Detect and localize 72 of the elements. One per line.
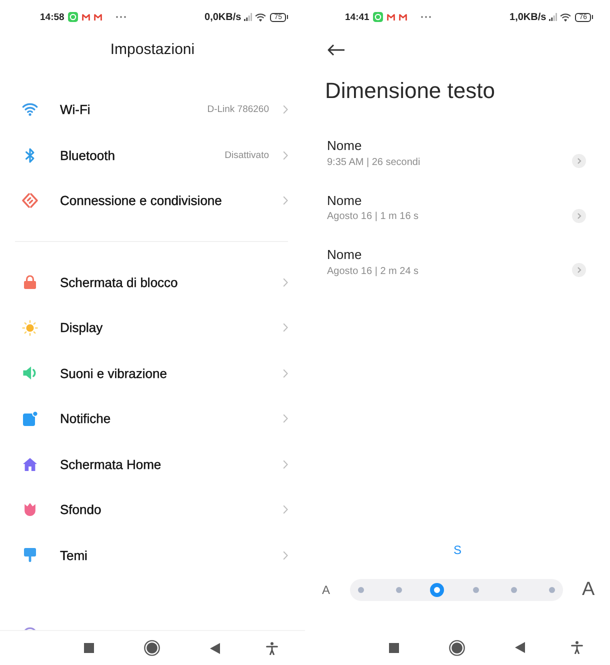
- item-title[interactable]: Nome: [327, 192, 362, 208]
- speaker-icon: [23, 366, 37, 380]
- settings-label[interactable]: Notifiche: [60, 411, 111, 426]
- home-icon: [23, 458, 37, 471]
- slider-stop[interactable]: [396, 587, 402, 593]
- diamond-arrows-icon: [22, 193, 38, 208]
- signal-icon: [244, 13, 252, 21]
- screen-title: Dimensione testo: [325, 77, 495, 105]
- wifi-icon: [22, 103, 38, 116]
- chevron-icon[interactable]: [572, 263, 586, 277]
- bluetooth-icon: [25, 148, 35, 163]
- chevron-icon: [283, 505, 288, 514]
- settings-label[interactable]: Bluetooth: [60, 148, 115, 163]
- slider-stop[interactable]: [510, 587, 517, 593]
- network-speed: 1,0KB/s: [510, 12, 546, 22]
- chevron-icon: [283, 460, 288, 469]
- chevron-icon: [283, 550, 288, 560]
- accessibility-icon[interactable]: [266, 642, 278, 654]
- chat-app-icon: [373, 12, 384, 22]
- chat-app-icon: [68, 12, 78, 22]
- settings-label[interactable]: Schermata di blocco: [60, 274, 178, 290]
- item-subtitle: Agosto 16 | 2 m 24 s: [327, 264, 419, 278]
- status-time: 14:41: [345, 12, 370, 22]
- notification-icon: [22, 411, 38, 426]
- circle-icon[interactable]: [144, 640, 160, 656]
- arc-icon: [23, 627, 37, 630]
- settings-label[interactable]: Suoni e vibrazione: [60, 366, 167, 381]
- slider-stop[interactable]: [472, 587, 479, 593]
- screen-title: Impostazioni: [110, 40, 195, 60]
- settings-label[interactable]: Connessione e condivisione: [60, 193, 222, 208]
- slider-stop[interactable]: [358, 587, 364, 593]
- settings-label[interactable]: Wi-Fi: [60, 102, 90, 118]
- tulip-icon: [24, 503, 36, 516]
- settings-label[interactable]: Sfondo: [60, 502, 102, 518]
- small-size-label: A: [322, 583, 330, 597]
- item-title[interactable]: Nome: [327, 247, 362, 263]
- back-icon[interactable]: [210, 642, 220, 654]
- large-size-label: A: [582, 579, 595, 601]
- wifi-signal-icon: [560, 12, 572, 22]
- circle-icon[interactable]: [449, 640, 465, 656]
- chevron-icon: [283, 105, 288, 114]
- back-icon[interactable]: [515, 642, 525, 653]
- chevron-icon: [283, 323, 288, 332]
- chevron-icon: [283, 278, 288, 287]
- paint-brush-icon: [24, 548, 36, 562]
- chevron-icon[interactable]: [572, 154, 586, 168]
- slider-thumb[interactable]: [430, 583, 444, 597]
- square-icon[interactable]: [389, 642, 399, 652]
- chevron-icon: [283, 368, 288, 378]
- item-subtitle: 9:35 AM | 26 secondi: [327, 156, 420, 168]
- settings-value: D-Link 786260: [207, 104, 269, 116]
- signal-icon: [549, 13, 558, 21]
- settings-value: Disattivato: [224, 150, 269, 161]
- item-title[interactable]: Nome: [327, 138, 362, 154]
- chevron-icon: [283, 150, 288, 160]
- settings-label[interactable]: Display: [60, 320, 103, 336]
- chevron-icon: [283, 196, 288, 206]
- slider-stop[interactable]: [548, 587, 555, 593]
- chevron-icon: [283, 414, 288, 424]
- accessibility-icon[interactable]: [571, 641, 583, 654]
- back-arrow-icon[interactable]: [327, 44, 345, 56]
- wifi-signal-icon: [255, 12, 266, 22]
- size-label: S: [453, 542, 462, 558]
- status-time: 14:58: [40, 12, 64, 22]
- sun-icon: [22, 320, 38, 336]
- lock-icon: [23, 275, 37, 290]
- settings-label[interactable]: Schermata Home: [60, 456, 162, 472]
- settings-label[interactable]: Temi: [60, 548, 88, 563]
- chevron-icon[interactable]: [572, 208, 586, 222]
- network-speed: 0,0KB/s: [204, 12, 242, 22]
- slider-track[interactable]: [350, 579, 564, 601]
- item-subtitle: Agosto 16 | 1 m 16 s: [327, 210, 419, 223]
